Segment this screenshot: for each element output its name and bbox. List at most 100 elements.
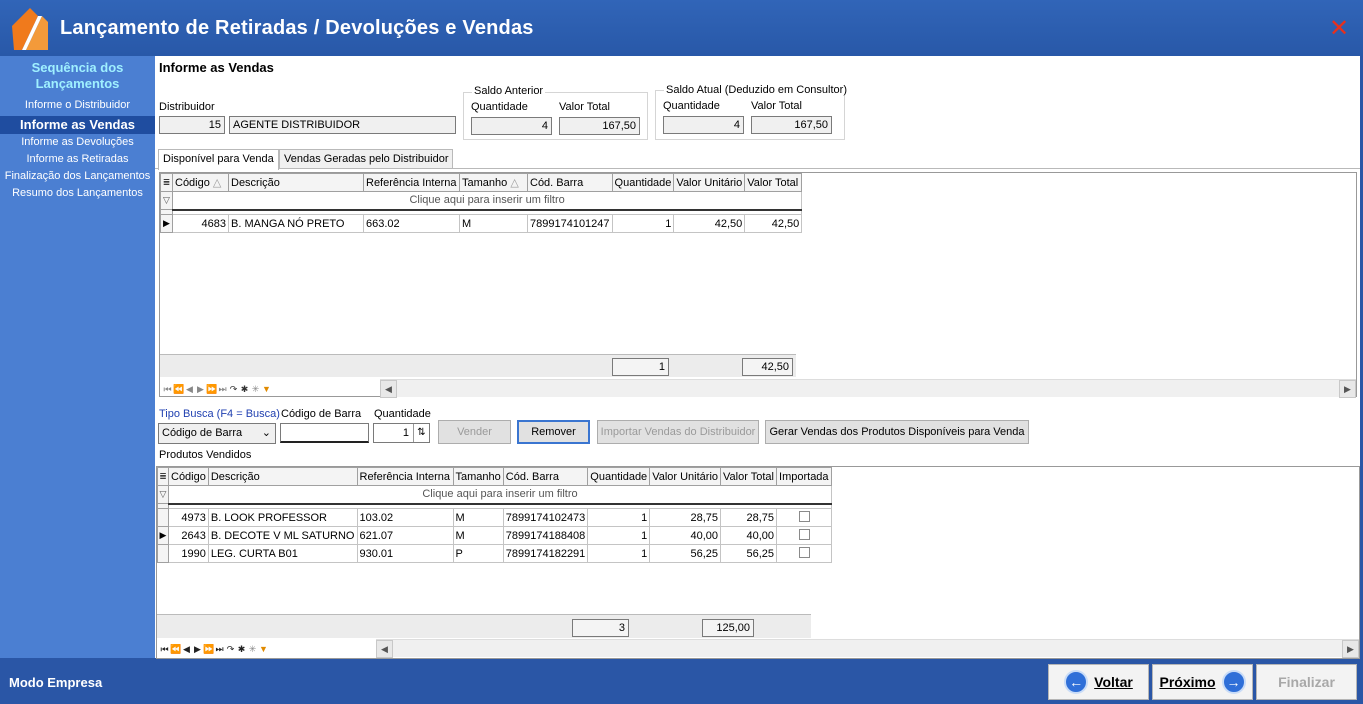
vender-button[interactable]: Vender [438,420,511,444]
sidebar-item-finalizacao[interactable]: Finalização dos Lançamentos [0,168,155,185]
filter-row[interactable]: ▽ Clique aqui para inserir um filtro [157,485,833,504]
cell-importada[interactable] [776,544,833,563]
prev-page-icon[interactable]: ⏪ [173,384,184,395]
cell-ref: 663.02 [363,214,460,233]
column-header[interactable]: Código [168,467,209,486]
column-header[interactable]: Tamanho [452,467,504,486]
quantidade-spinner-icon[interactable]: ⇅ [413,424,429,442]
column-header[interactable]: Valor Total [744,173,803,192]
gerar-vendas-button[interactable]: Gerar Vendas dos Produtos Disponíveis pa… [765,420,1029,444]
column-header[interactable]: Cód. Barra [502,467,589,486]
next-page-icon[interactable]: ⏩ [206,384,217,395]
column-header[interactable]: Valor Total [720,467,778,486]
scroll-right-icon[interactable]: ▶ [1339,380,1356,398]
filter-funnel-icon[interactable]: ▼ [258,644,269,654]
column-header[interactable]: Importada [776,467,833,486]
proximo-button[interactable]: Próximo → [1152,664,1253,700]
column-chooser-icon[interactable]: ≣ [160,173,173,192]
column-header[interactable]: Quantidade [587,467,651,486]
tab-vendas-geradas[interactable]: Vendas Geradas pelo Distribuidor [279,149,454,169]
grid1-hscroll[interactable]: ◀ ▶ [380,379,1356,398]
cell-barra: 7899174102473 [502,508,589,527]
tab-disponivel[interactable]: Disponível para Venda [158,149,279,170]
remover-button[interactable]: Remover [517,420,590,444]
vendidos-table: ≣ Código Descrição Referência Interna Ta… [157,467,833,563]
insert-icon[interactable]: ✱ [236,644,247,655]
scroll-left-icon[interactable]: ◀ [376,640,393,658]
clear-icon[interactable]: ✳ [250,384,261,395]
column-header[interactable]: Código △ [172,173,229,192]
next-icon[interactable]: ▶ [192,644,203,655]
scroll-left-icon[interactable]: ◀ [380,380,397,398]
close-icon[interactable]: ✕ [1326,17,1352,43]
clear-icon[interactable]: ✳ [247,644,258,655]
voltar-label: Voltar [1094,674,1133,690]
column-header[interactable]: Descrição [207,467,358,486]
saldo-anterior-total-field: 167,50 [559,117,640,135]
filter-funnel-icon[interactable]: ▼ [261,384,272,394]
table-row[interactable]: 4973 B. LOOK PROFESSOR 103.02 M 78991741… [157,508,833,527]
finalizar-button[interactable]: Finalizar [1256,664,1357,700]
voltar-button[interactable]: ← Voltar [1048,664,1149,700]
prev-icon[interactable]: ◀ [184,384,195,395]
filter-text[interactable]: Clique aqui para inserir um filtro [167,485,833,504]
grid1-navigator: ⏮ ⏪ ◀ ▶ ⏩ ⏭ ↷ ✱ ✳ ▼ [162,380,272,398]
cell-codigo: 1990 [168,544,209,563]
cell-unit: 42,50 [673,214,746,233]
cell-codigo: 4683 [172,214,229,233]
first-page-icon[interactable]: ⏮ [159,644,170,655]
column-chooser-icon[interactable]: ≣ [157,467,169,486]
last-page-icon[interactable]: ⏭ [217,384,228,395]
distribuidor-code-field[interactable]: 15 [159,116,225,134]
cell-tamanho: M [452,526,504,545]
distribuidor-name-field[interactable]: AGENTE DISTRIBUIDOR [229,116,456,134]
table-row[interactable]: ▶ 4683 B. MANGA NÓ PRETO 663.02 M 789917… [160,214,803,233]
cell-importada[interactable] [776,508,833,527]
filter-text[interactable]: Clique aqui para inserir um filtro [171,191,803,210]
cell-importada[interactable] [776,526,833,545]
distribuidor-label: Distribuidor [159,101,215,113]
cell-qtd: 1 [611,214,675,233]
cell-barra: 7899174101247 [527,214,613,233]
proximo-label: Próximo [1159,674,1216,690]
scroll-right-icon[interactable]: ▶ [1342,640,1359,658]
tipo-busca-select[interactable]: Código de Barra ⌄ [158,423,276,444]
refresh-icon[interactable]: ↷ [225,644,236,655]
saldo-anterior-title: Saldo Anterior [472,85,546,97]
column-header[interactable]: Descrição [228,173,364,192]
app-logo-icon [12,8,48,50]
sidebar-item-distribuidor[interactable]: Informe o Distribuidor [0,97,155,114]
cell-qtd: 1 [587,508,651,527]
row-selector-icon: ▶ [157,526,169,545]
column-header[interactable]: Valor Unitário [649,467,722,486]
sidebar-item-vendas[interactable]: Informe as Vendas [0,116,155,134]
column-header[interactable]: Referência Interna [356,467,454,486]
sidebar-item-retiradas[interactable]: Informe as Retiradas [0,151,155,168]
filter-row[interactable]: ▽ Clique aqui para inserir um filtro [160,191,803,210]
prev-page-icon[interactable]: ⏪ [170,644,181,655]
next-page-icon[interactable]: ⏩ [203,644,214,655]
sidebar-item-devolucoes[interactable]: Informe as Devoluções [0,134,155,151]
insert-icon[interactable]: ✱ [239,384,250,395]
produtos-vendidos-label: Produtos Vendidos [159,449,252,461]
codigo-barra-input[interactable] [280,423,369,443]
importada-checkbox[interactable] [798,546,810,558]
column-header[interactable]: Cód. Barra [527,173,613,192]
grid2-hscroll[interactable]: ◀ ▶ [376,639,1359,658]
column-header[interactable]: Referência Interna [363,173,460,192]
table-row[interactable]: ▶ 2643 B. DECOTE V ML SATURNO 621.07 M 7… [157,526,833,545]
next-icon[interactable]: ▶ [195,384,206,395]
column-header[interactable]: Valor Unitário [673,173,746,192]
importar-vendas-button[interactable]: Importar Vendas do Distribuidor [597,420,759,444]
sidebar-item-resumo[interactable]: Resumo dos Lançamentos [0,185,155,202]
first-page-icon[interactable]: ⏮ [162,384,173,395]
importada-checkbox[interactable] [798,528,810,540]
prev-icon[interactable]: ◀ [181,644,192,655]
arrow-right-icon: → [1221,670,1246,694]
column-header[interactable]: Quantidade [611,173,675,192]
column-header[interactable]: Tamanho △ [459,173,528,192]
table-row[interactable]: 1990 LEG. CURTA B01 930.01 P 78991741822… [157,544,833,563]
importada-checkbox[interactable] [798,510,810,522]
last-page-icon[interactable]: ⏭ [214,644,225,655]
refresh-icon[interactable]: ↷ [228,384,239,395]
